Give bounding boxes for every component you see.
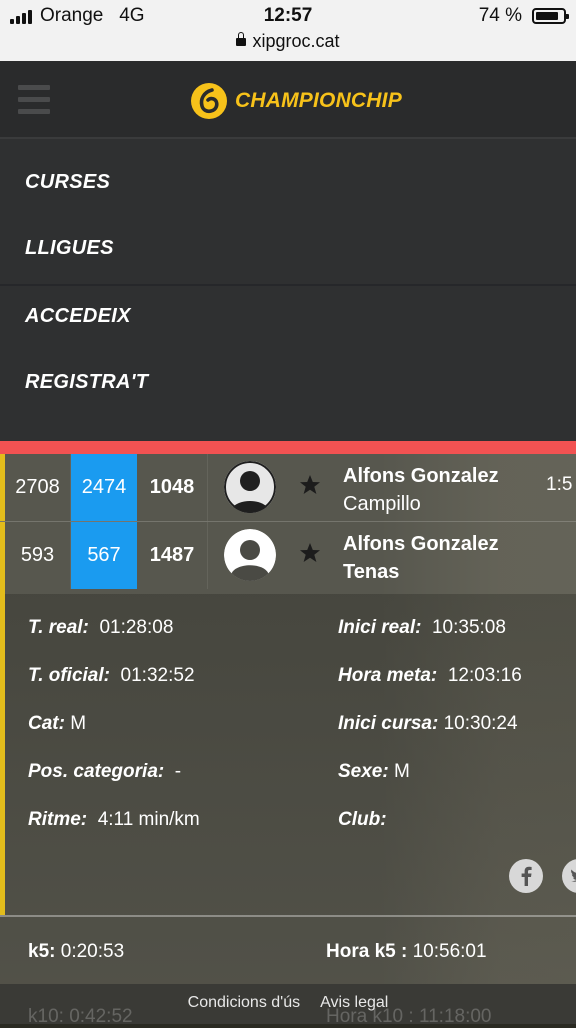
- lock-icon: [236, 32, 247, 46]
- gender-position-cell: 2474: [71, 454, 137, 521]
- detail-ritme: Ritme: 4:11 min/km: [28, 809, 200, 830]
- runner-details: T. real: 01:28:08 T. oficial: 01:32:52 C…: [0, 589, 576, 984]
- default-user-icon: [224, 529, 276, 581]
- legal-link[interactable]: Avis legal: [320, 994, 388, 1011]
- twitter-share-icon[interactable]: [562, 859, 576, 893]
- table-row[interactable]: 593 567 1487 Alfons Gonzalez Tenas: [0, 522, 576, 589]
- logo-mark-icon: [191, 83, 227, 119]
- detail-t-real: T. real: 01:28:08: [28, 617, 174, 638]
- url-text: xipgroc.cat: [252, 31, 340, 51]
- nav-menu: CURSES LLIGUES ACCEDEIX REGISTRA'T: [0, 139, 576, 441]
- position-cell: 2708: [5, 454, 71, 521]
- menu-item-accedeix[interactable]: ACCEDEIX: [25, 305, 131, 328]
- terms-link[interactable]: Condicions d'ús: [188, 994, 300, 1011]
- menu-item-curses[interactable]: CURSES: [25, 171, 110, 194]
- split-k5-time: k5: 0:20:53: [28, 941, 125, 962]
- hamburger-menu-icon[interactable]: [18, 83, 50, 117]
- detail-t-oficial: T. oficial: 01:32:52: [28, 665, 195, 686]
- menu-item-lligues[interactable]: LLIGUES: [25, 237, 114, 260]
- detail-inici-cursa: Inici cursa: 10:30:24: [338, 713, 518, 734]
- status-bar: Orange 4G 12:57 74 % xipgroc.cat: [0, 0, 576, 61]
- detail-sexe: Sexe: M: [338, 761, 410, 782]
- bib-cell: 1048: [137, 454, 208, 521]
- photo-avatar: [224, 461, 276, 513]
- battery-icon: [532, 8, 569, 24]
- star-icon[interactable]: [298, 473, 322, 497]
- split-k5-hora: Hora k5 : 10:56:01: [326, 941, 487, 962]
- runner-name[interactable]: Alfons Gonzalez Tenas: [343, 530, 543, 586]
- detail-inici-real: Inici real: 10:35:08: [338, 617, 506, 638]
- detail-cat: Cat: M: [28, 713, 87, 734]
- gender-position-cell: 567: [71, 522, 137, 589]
- site-header: CHAMPIONCHIP: [0, 61, 576, 139]
- footer: k10: 0:42:52 Hora k10 : 11:18:00 Condici…: [0, 984, 576, 1027]
- star-icon[interactable]: [298, 541, 322, 565]
- bib-cell: 1487: [137, 522, 208, 589]
- detail-hora-meta: Hora meta: 12:03:16: [338, 665, 522, 686]
- position-cell: 593: [5, 522, 71, 589]
- results-panel: 2708 2474 1048 Alfons Gonzalez Campillo …: [0, 454, 576, 984]
- table-row[interactable]: 2708 2474 1048 Alfons Gonzalez Campillo …: [0, 454, 576, 522]
- detail-pos-categoria: Pos. categoria: -: [28, 761, 182, 782]
- menu-divider: [0, 284, 576, 286]
- table-header-bar: [0, 441, 576, 454]
- detail-club: Club:: [338, 809, 387, 830]
- menu-item-registrat[interactable]: REGISTRA'T: [25, 371, 148, 394]
- battery-percent: 74 %: [478, 5, 522, 26]
- time-cell: 1:5: [546, 474, 573, 495]
- logo-text: CHAMPIONCHIP: [235, 89, 402, 112]
- address-bar[interactable]: xipgroc.cat: [0, 31, 576, 52]
- facebook-share-icon[interactable]: [509, 859, 543, 893]
- runner-name[interactable]: Alfons Gonzalez Campillo: [343, 462, 543, 518]
